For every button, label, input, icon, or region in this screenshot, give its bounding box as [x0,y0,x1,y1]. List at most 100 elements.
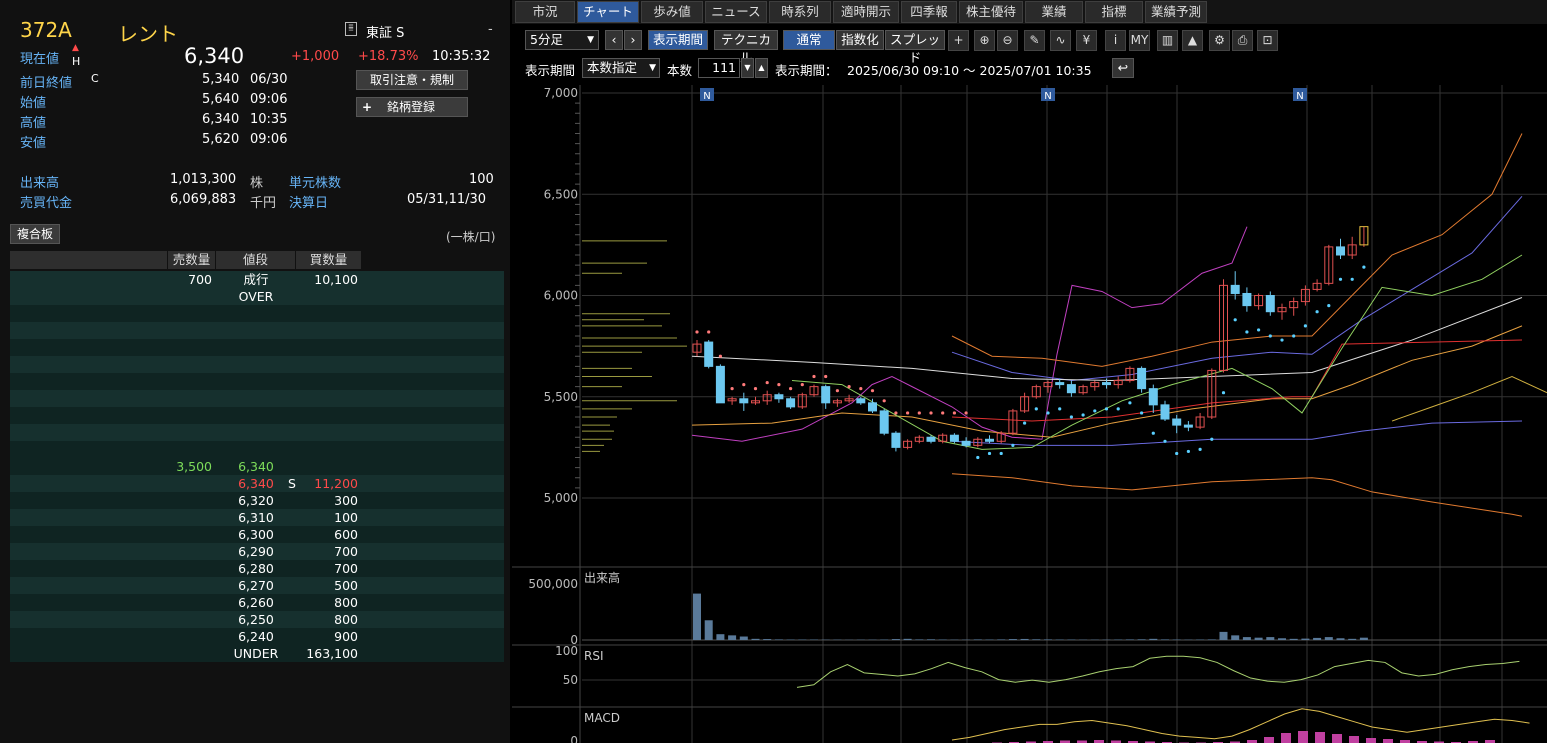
sar-dot [906,411,910,415]
volume-bar [1348,638,1357,640]
zoom-out-icon[interactable]: ⊖ [997,30,1018,51]
book-row[interactable]: 6,300 600 [10,526,504,543]
sar-dot [859,387,863,391]
buy-qty: 10,100 [314,272,358,287]
book-row[interactable]: 6,240 900 [10,628,504,645]
candle-body [1066,384,1076,394]
tab-9[interactable]: 指標 [1085,1,1143,23]
count-up-icon[interactable]: ▲ [755,58,768,78]
sar-dot [941,411,945,415]
print-icon[interactable]: ⎙ [1232,30,1253,51]
volume-bar [1336,638,1345,640]
book-row[interactable] [10,424,504,441]
plus-icon[interactable]: + [948,30,969,51]
tab-7[interactable]: 株主優待 [959,1,1023,23]
period-button[interactable]: 表示期間 [648,30,708,50]
book-row[interactable] [10,305,504,322]
volume-unit: 株 [250,176,264,191]
book-row[interactable]: 6,320 300 [10,492,504,509]
area-icon[interactable]: ▲ [1182,30,1203,51]
settlement-label: 決算日 [289,196,329,211]
volume-bar [903,638,912,640]
tab-1[interactable]: チャート [577,1,639,23]
spread-button[interactable]: スプレッド [885,30,945,65]
yen-icon[interactable]: ¥ [1076,30,1097,51]
sar-dot [777,383,781,387]
book-row[interactable] [10,356,504,373]
undo-icon[interactable]: ↩ [1112,58,1134,78]
chart-panel: 市況 チャート 歩み値 ニュース 時系列 適時開示 四季報 株主優待 業績 指標 業績予測 5分足 … [512,0,1547,743]
technical-button[interactable]: テクニカル [714,30,778,65]
sar-dot [929,411,933,415]
index-button[interactable]: 指数化 [836,30,884,50]
wrench-icon[interactable]: ⚙ [1209,30,1230,51]
book-row[interactable] [10,390,504,407]
tab-2[interactable]: 歩み値 [641,1,703,23]
trading-rules-button[interactable]: 取引注意・規制 [356,70,468,90]
tab-5[interactable]: 適時開示 [833,1,899,23]
volume-bar [1231,635,1240,640]
document-icon[interactable]: ≡ ≡ [345,22,357,36]
book-row[interactable]: 6,270 500 [10,577,504,594]
book-row[interactable] [10,407,504,424]
normal-button[interactable]: 通常 [783,30,835,50]
sar-dot [1327,304,1331,308]
buy-qty: 163,100 [306,646,358,661]
book-row[interactable] [10,322,504,339]
tab-3[interactable]: ニュース [705,1,767,23]
period-label: 表示期間 [525,63,576,78]
price-level: 6,290 [238,544,274,559]
sar-dot [789,387,793,391]
book-row[interactable]: 6,260 800 [10,594,504,611]
register-label: 銘柄登録 [387,100,436,114]
interval-select[interactable]: 5分足 ▼ [525,30,599,50]
sar-dot [1221,391,1226,395]
pen-icon[interactable]: ✎ [1024,30,1045,51]
sar-dot [1292,334,1296,338]
book-row[interactable] [10,441,504,458]
zoom-in-icon[interactable]: ⊕ [974,30,995,51]
quote-row-value: 5,640 [202,92,240,107]
header-sell-qty: 売数量 [168,251,216,269]
header-buy-qty: 買数量 [296,251,362,269]
buy-qty: 11,200 [314,476,358,491]
period-mode-select[interactable]: 本数指定 ▼ [582,58,660,78]
next-button[interactable]: › [624,30,642,50]
prev-button[interactable]: ‹ [605,30,623,50]
book-row[interactable]: 6,280 700 [10,560,504,577]
book-row[interactable]: OVER [10,288,504,305]
book-row[interactable]: 700 成行 10,100 [10,271,504,288]
candle-icon[interactable]: ▥ [1157,30,1178,51]
wave-icon[interactable]: ∿ [1050,30,1071,51]
sar-dot [1104,407,1109,411]
quote-row-value: 6,340 [202,112,240,127]
current-price: 6,340 [184,44,245,68]
register-button[interactable]: + 銘柄登録 [356,97,468,117]
window-icon[interactable]: ⊡ [1257,30,1278,51]
volume-bar [1161,639,1169,640]
macd-tick-zero: 0 [570,734,578,743]
tab-10[interactable]: 業績予測 [1145,1,1207,23]
count-input[interactable]: 111 [698,58,740,78]
volume-bar [1254,637,1263,640]
book-row[interactable]: 6,340 S 11,200 [10,475,504,492]
book-row[interactable] [10,373,504,390]
tab-4[interactable]: 時系列 [769,1,831,23]
book-row[interactable]: UNDER 163,100 [10,645,504,662]
book-row[interactable]: 6,250 800 [10,611,504,628]
my-icon[interactable]: MY [1129,30,1150,51]
volume-bar [763,639,772,640]
book-row[interactable]: 6,290 700 [10,543,504,560]
tab-0[interactable]: 市況 [515,1,575,23]
info-icon[interactable]: i [1105,30,1126,51]
tab-order-book[interactable]: 複合板 [10,224,60,244]
count-down-icon[interactable]: ▼ [741,58,754,78]
volume-bar [1301,638,1310,640]
price-chart[interactable]: 7,000 6,500 6,000 5,500 5,000 N N N 出来高 500,000 0 R… [512,85,1547,743]
tab-8[interactable]: 業績 [1025,1,1083,23]
sar-dot [1280,338,1284,342]
book-row[interactable] [10,339,504,356]
book-row[interactable]: 3,500 6,340 [10,458,504,475]
tab-6[interactable]: 四季報 [901,1,957,23]
book-row[interactable]: 6,310 100 [10,509,504,526]
